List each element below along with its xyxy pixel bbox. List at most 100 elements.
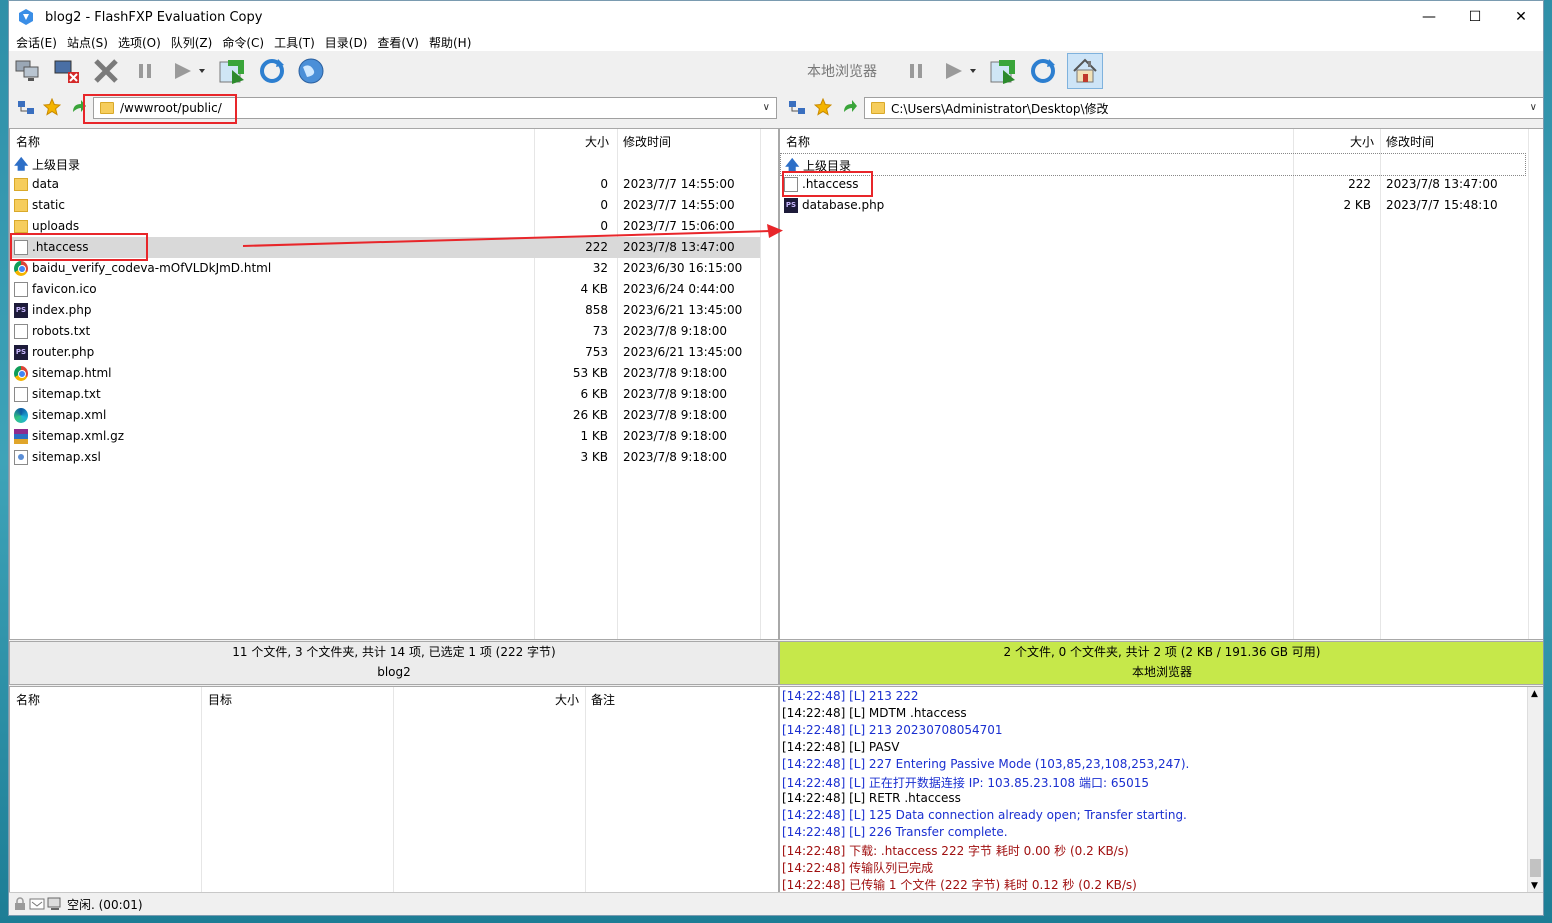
file-row[interactable]: sitemap.xsl 3 KB 2023/7/8 9:18:00 [10, 447, 778, 468]
folder-icon [14, 178, 28, 191]
home-button[interactable] [1067, 53, 1103, 89]
file-row[interactable]: sitemap.html 53 KB 2023/7/8 9:18:00 [10, 363, 778, 384]
menu-session[interactable]: 会话(E) [16, 34, 57, 51]
queue-col-note[interactable]: 备注 [591, 691, 615, 708]
remote-status-bar: 11 个文件, 3 个文件夹, 共计 14 项, 已选定 1 项 (222 字节… [9, 641, 779, 685]
bottom-status-bar: 空闲. (00:01) [9, 892, 1543, 915]
file-row[interactable]: PS router.php 753 2023/6/21 13:45:00 [10, 342, 778, 363]
menu-queue[interactable]: 队列(Z) [171, 34, 213, 51]
log-scrollbar[interactable]: ▲ ▼ [1527, 687, 1543, 893]
log-line: [14:22:48] [L] 213 222 [782, 689, 919, 703]
local-file-list: 名称 大小 修改时间 🡅 上级目录 .htaccess 222 2023/7/8… [779, 128, 1543, 640]
flashfxp-window: blog2 - FlashFXP Evaluation Copy — ☐ ✕ 会… [8, 0, 1544, 916]
connect-button[interactable] [13, 56, 43, 86]
file-row[interactable]: static 0 2023/7/7 14:55:00 [10, 195, 778, 216]
log-line: [14:22:48] 已传输 1 个文件 (222 字节) 耗时 0.12 秒 … [782, 878, 1137, 892]
favorites-star-icon[interactable] [814, 98, 832, 116]
minimize-button[interactable]: — [1406, 1, 1452, 33]
winrar-icon [14, 429, 28, 444]
file-row[interactable]: sitemap.txt 6 KB 2023/7/8 9:18:00 [10, 384, 778, 405]
col-size-header[interactable]: 大小 [1350, 133, 1374, 150]
abort-button[interactable] [91, 56, 121, 86]
queue-header: 名称 目标 大小 备注 [10, 687, 778, 709]
col-name-header[interactable]: 名称 [16, 133, 40, 150]
col-mtime-header[interactable]: 修改时间 [623, 133, 671, 150]
col-size-header[interactable]: 大小 [585, 133, 609, 150]
scroll-up-icon[interactable]: ▲ [1531, 689, 1538, 699]
refresh-transfer-button[interactable] [218, 56, 248, 86]
local-refresh-button[interactable] [1028, 56, 1058, 86]
chevron-down-icon[interactable]: ∨ [763, 102, 770, 113]
log-line: [14:22:48] [L] 227 Entering Passive Mode… [782, 757, 1190, 771]
file-row[interactable]: robots.txt 73 2023/7/8 9:18:00 [10, 321, 778, 342]
chevron-down-icon[interactable]: ∨ [1530, 102, 1537, 113]
menu-view[interactable]: 查看(V) [377, 34, 419, 51]
transfer-arrow-icon [242, 224, 783, 247]
title-bar: blog2 - FlashFXP Evaluation Copy — ☐ ✕ [9, 1, 1543, 33]
queue-col-name[interactable]: 名称 [16, 691, 40, 708]
web-button[interactable] [296, 56, 326, 86]
col-mtime-header[interactable]: 修改时间 [1386, 133, 1434, 150]
play-icon [946, 63, 976, 79]
chrome-icon [14, 366, 28, 381]
remote-file-list: 名称 大小 修改时间 🡅 上级目录 data 0 2023/7/7 14:55:… [9, 128, 779, 640]
close-button[interactable]: ✕ [1498, 1, 1543, 33]
flashfxp-logo-icon [19, 9, 33, 25]
local-pause-button[interactable] [901, 56, 931, 86]
menu-commands[interactable]: 命令(C) [222, 34, 264, 51]
file-row[interactable]: sitemap.xml.gz 1 KB 2023/7/8 9:18:00 [10, 426, 778, 447]
highlight-path-box [83, 94, 237, 124]
file-row[interactable]: favicon.ico 4 KB 2023/6/24 0:44:00 [10, 279, 778, 300]
file-row[interactable]: data 0 2023/7/7 14:55:00 [10, 174, 778, 195]
chrome-icon [14, 261, 28, 276]
disconnect-button[interactable] [52, 56, 82, 86]
menu-options[interactable]: 选项(O) [118, 34, 161, 51]
xsl-file-icon [14, 450, 28, 465]
queue-col-size[interactable]: 大小 [555, 691, 579, 708]
menu-sites[interactable]: 站点(S) [67, 34, 108, 51]
lock-icon [15, 897, 25, 910]
file-row[interactable]: .htaccess 222 2023/7/8 13:47:00 [780, 174, 1543, 195]
local-status-summary: 2 个文件, 0 个文件夹, 共计 2 项 (2 KB / 191.36 GB … [1003, 645, 1321, 659]
connection-icon [47, 897, 61, 910]
favorites-star-icon[interactable] [43, 98, 61, 116]
site-manager-icon[interactable] [788, 99, 806, 117]
local-transfer-button[interactable] [940, 56, 980, 86]
scroll-thumb[interactable] [1530, 859, 1541, 877]
phpstorm-icon: PS [784, 198, 798, 213]
transfer-mode-icon [29, 898, 45, 910]
pause-icon [139, 64, 151, 78]
transfer-queue-button[interactable] [169, 56, 209, 86]
file-row[interactable]: sitemap.xml 26 KB 2023/7/8 9:18:00 [10, 405, 778, 426]
menu-help[interactable]: 帮助(H) [429, 34, 471, 51]
file-row[interactable]: baidu_verify_codeva-mOfVLDkJmD.html 32 2… [10, 258, 778, 279]
scroll-down-icon[interactable]: ▼ [1531, 881, 1538, 891]
menu-directory[interactable]: 目录(D) [325, 34, 368, 51]
local-status-bar: 2 个文件, 0 个文件夹, 共计 2 项 (2 KB / 191.36 GB … [779, 641, 1543, 685]
file-row[interactable]: PS database.php 2 KB 2023/7/7 15:48:10 [780, 195, 1543, 216]
session-log: [14:22:48] [L] 213 222 [14:22:48] [L] MD… [779, 686, 1543, 894]
pause-button[interactable] [130, 56, 160, 86]
file-row[interactable]: PS index.php 858 2023/6/21 13:45:00 [10, 300, 778, 321]
local-path-bar: C:\Users\Administrator\Desktop\修改 ∨ [784, 93, 1543, 123]
folder-icon [14, 220, 28, 233]
text-file-icon [14, 324, 28, 339]
file-row[interactable]: 🡅 上级目录 [10, 153, 778, 174]
maximize-button[interactable]: ☐ [1452, 1, 1498, 33]
col-name-header[interactable]: 名称 [786, 133, 810, 150]
local-toolbar: 本地浏览器 [801, 51, 1112, 91]
local-list-header: 名称 大小 修改时间 [780, 129, 1543, 151]
site-manager-icon[interactable] [17, 99, 35, 117]
local-refresh-transfer-button[interactable] [989, 56, 1019, 86]
log-line: [14:22:48] [L] PASV [782, 740, 900, 754]
folder-icon [871, 102, 885, 114]
local-path-input[interactable]: C:\Users\Administrator\Desktop\修改 ∨ [864, 97, 1543, 119]
refresh-button[interactable] [257, 56, 287, 86]
menu-tools[interactable]: 工具(T) [274, 34, 315, 51]
text-file-icon [14, 387, 28, 402]
computers-icon [15, 60, 39, 81]
go-up-arrow-icon[interactable] [840, 98, 858, 116]
file-row[interactable]: 🡅 上级目录 [780, 153, 1526, 176]
queue-col-target[interactable]: 目标 [208, 691, 232, 708]
edge-icon [14, 408, 28, 423]
